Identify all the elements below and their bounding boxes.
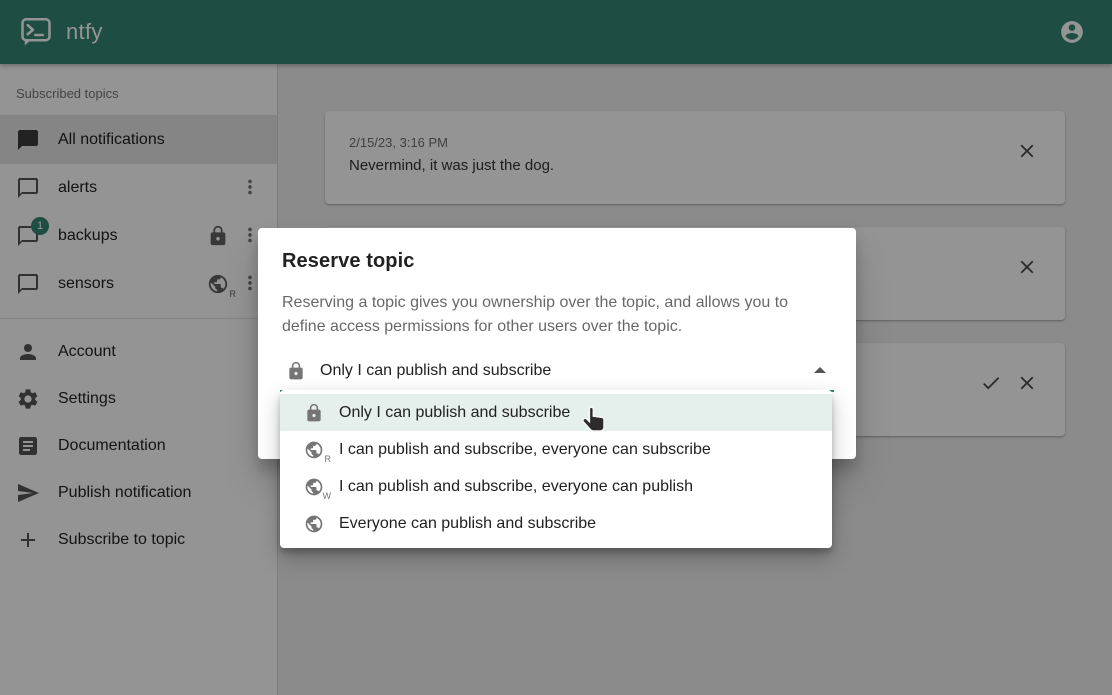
access-select[interactable]: Only I can publish and subscribe <box>282 354 832 388</box>
menu-item-label: I can publish and subscribe, everyone ca… <box>339 478 693 496</box>
globe-icon <box>304 514 324 534</box>
menu-item-everyone-can-subscribe[interactable]: R I can publish and subscribe, everyone … <box>280 431 832 468</box>
access-options-menu: Only I can publish and subscribe R I can… <box>280 390 832 548</box>
menu-item-label: Everyone can publish and subscribe <box>339 515 596 533</box>
menu-item-everyone-can-publish[interactable]: W I can publish and subscribe, everyone … <box>280 468 832 505</box>
lock-icon <box>304 403 324 423</box>
menu-item-label: Only I can publish and subscribe <box>339 404 570 422</box>
chevron-up-icon <box>814 367 826 373</box>
globe-write-icon: W <box>304 477 324 497</box>
globe-read-icon: R <box>304 440 324 460</box>
dialog-description: Reserving a topic gives you ownership ov… <box>282 291 834 339</box>
access-select-value: Only I can publish and subscribe <box>320 362 551 380</box>
menu-item-label: I can publish and subscribe, everyone ca… <box>339 441 711 459</box>
dialog-title: Reserve topic <box>282 250 832 273</box>
lock-icon <box>286 361 306 381</box>
menu-item-everyone-can-publish-subscribe[interactable]: Everyone can publish and subscribe <box>280 505 832 542</box>
menu-item-only-i-can-publish-subscribe[interactable]: Only I can publish and subscribe <box>280 394 832 431</box>
